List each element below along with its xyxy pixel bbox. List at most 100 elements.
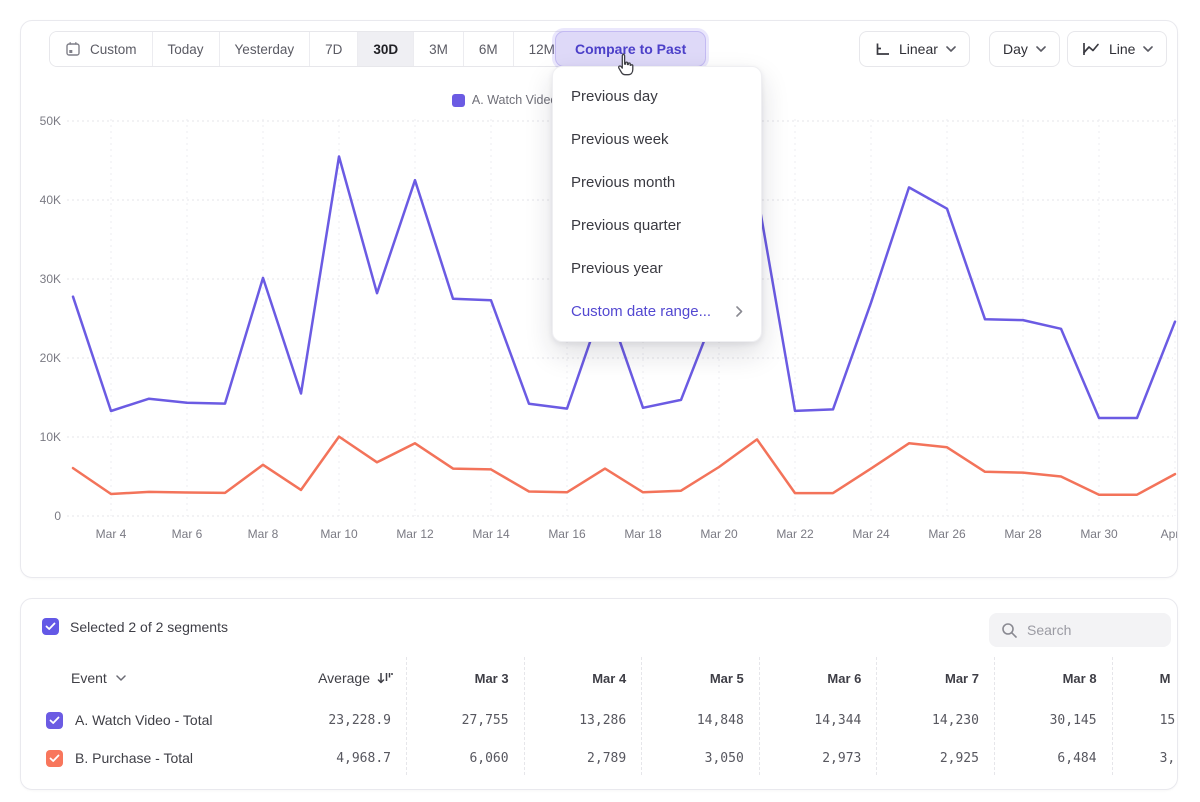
date-column-header[interactable]: Mar 5 xyxy=(641,671,759,686)
range-button-today[interactable]: Today xyxy=(152,32,219,66)
column-separator xyxy=(406,657,407,775)
range-label: 3M xyxy=(429,42,448,57)
date-column-header-clipped: M xyxy=(1112,671,1178,686)
value-cell: 2,789 xyxy=(524,751,642,766)
search-box[interactable] xyxy=(989,613,1171,647)
column-separator xyxy=(1112,657,1113,775)
range-button-3m[interactable]: 3M xyxy=(413,32,463,66)
chart-type-dropdown-button[interactable]: Line xyxy=(1067,31,1167,67)
table-row: A. Watch Video - Total23,228.927,75513,2… xyxy=(21,701,1178,739)
line-chart-icon xyxy=(1081,41,1101,57)
event-column-header[interactable]: Event xyxy=(21,670,268,686)
search-icon xyxy=(1001,622,1018,639)
average-column-header[interactable]: Average xyxy=(268,670,406,686)
value-cell: 14,848 xyxy=(641,713,759,728)
search-input[interactable] xyxy=(1027,622,1147,638)
svg-text:Mar 8: Mar 8 xyxy=(248,527,279,541)
chevron-down-icon xyxy=(946,46,956,52)
range-label: Yesterday xyxy=(235,42,295,57)
chevron-down-icon xyxy=(116,675,126,681)
value-cell: 3,050 xyxy=(641,751,759,766)
scale-dropdown-button[interactable]: Linear xyxy=(859,31,970,67)
svg-text:40K: 40K xyxy=(40,193,61,207)
svg-text:Apr 1: Apr 1 xyxy=(1161,527,1178,541)
date-column-header[interactable]: Mar 6 xyxy=(759,671,877,686)
svg-text:Mar 26: Mar 26 xyxy=(928,527,966,541)
axis-scale-icon xyxy=(873,40,891,58)
value-cell: 2,973 xyxy=(759,751,877,766)
event-label: B. Purchase - Total xyxy=(75,750,193,766)
range-button-7d[interactable]: 7D xyxy=(309,32,357,66)
calendar-icon xyxy=(65,41,81,57)
average-header-label: Average xyxy=(318,670,370,686)
value-cell-clipped: 15, xyxy=(1112,713,1178,728)
purchase-series-line xyxy=(73,437,1175,495)
range-label: Today xyxy=(168,42,204,57)
sort-descending-icon xyxy=(377,671,393,685)
menu-item-previous-quarter[interactable]: Previous quarter xyxy=(553,204,761,247)
range-button-6m[interactable]: 6M xyxy=(463,32,513,66)
svg-text:50K: 50K xyxy=(40,114,61,128)
menu-item-custom-date-range[interactable]: Custom date range... xyxy=(553,290,761,333)
date-column-header[interactable]: Mar 3 xyxy=(406,671,524,686)
value-cell-clipped: 3, xyxy=(1112,751,1178,766)
scale-label: Linear xyxy=(899,41,938,57)
interval-label: Day xyxy=(1003,41,1028,57)
range-button-yesterday[interactable]: Yesterday xyxy=(219,32,310,66)
svg-text:Mar 4: Mar 4 xyxy=(96,527,127,541)
column-separator xyxy=(524,657,525,775)
column-separator xyxy=(994,657,995,775)
menu-item-previous-week[interactable]: Previous week xyxy=(553,118,761,161)
range-label: 30D xyxy=(373,42,398,57)
svg-text:Mar 20: Mar 20 xyxy=(700,527,738,541)
compare-to-past-menu: Previous dayPrevious weekPrevious monthP… xyxy=(552,66,762,342)
average-cell: 4,968.7 xyxy=(268,751,406,766)
table-header-row: Event Average Mar 3Mar 4Mar 5Mar 6Mar 7M… xyxy=(21,661,1178,695)
menu-item-previous-day[interactable]: Previous day xyxy=(553,75,761,118)
range-label: 7D xyxy=(325,42,342,57)
svg-text:Mar 6: Mar 6 xyxy=(172,527,203,541)
value-cell: 14,344 xyxy=(759,713,877,728)
svg-text:Mar 10: Mar 10 xyxy=(320,527,358,541)
range-label: 6M xyxy=(479,42,498,57)
column-separator xyxy=(641,657,642,775)
date-column-header[interactable]: Mar 7 xyxy=(876,671,994,686)
svg-text:Mar 28: Mar 28 xyxy=(1004,527,1042,541)
range-button-30d[interactable]: 30D xyxy=(357,32,413,66)
event-cell: B. Purchase - Total xyxy=(21,750,268,767)
menu-item-previous-month[interactable]: Previous month xyxy=(553,161,761,204)
value-cell: 30,145 xyxy=(994,713,1112,728)
svg-text:Mar 12: Mar 12 xyxy=(396,527,434,541)
range-label: Custom xyxy=(90,42,137,57)
chevron-down-icon xyxy=(1143,46,1153,52)
segments-table-card: Selected 2 of 2 segments Event Average M… xyxy=(20,598,1178,790)
event-cell: A. Watch Video - Total xyxy=(21,712,268,729)
svg-text:10K: 10K xyxy=(40,430,61,444)
segments-selected-row: Selected 2 of 2 segments xyxy=(42,618,228,635)
compare-to-past-button[interactable]: Compare to Past xyxy=(555,31,706,67)
interval-dropdown-button[interactable]: Day xyxy=(989,31,1060,67)
date-column-header[interactable]: Mar 4 xyxy=(524,671,642,686)
custom-date-range-label: Custom date range... xyxy=(571,303,711,320)
row-checkbox[interactable] xyxy=(46,712,63,729)
row-checkbox[interactable] xyxy=(46,750,63,767)
svg-text:Mar 22: Mar 22 xyxy=(776,527,814,541)
value-cell: 14,230 xyxy=(876,713,994,728)
table-row: B. Purchase - Total4,968.76,0602,7893,05… xyxy=(21,739,1178,777)
date-column-header[interactable]: Mar 8 xyxy=(994,671,1112,686)
svg-text:30K: 30K xyxy=(40,272,61,286)
event-header-label: Event xyxy=(71,670,107,686)
svg-text:Mar 16: Mar 16 xyxy=(548,527,586,541)
value-cell: 2,925 xyxy=(876,751,994,766)
value-cell: 6,484 xyxy=(994,751,1112,766)
chevron-right-icon xyxy=(736,306,743,317)
column-separator xyxy=(876,657,877,775)
range-button-custom[interactable]: Custom xyxy=(50,32,152,66)
segments-selected-label: Selected 2 of 2 segments xyxy=(70,619,228,635)
menu-item-previous-year[interactable]: Previous year xyxy=(553,247,761,290)
value-cell: 27,755 xyxy=(406,713,524,728)
chart-type-label: Line xyxy=(1109,41,1135,57)
event-label: A. Watch Video - Total xyxy=(75,712,212,728)
svg-text:Mar 24: Mar 24 xyxy=(852,527,890,541)
select-all-checkbox[interactable] xyxy=(42,618,59,635)
